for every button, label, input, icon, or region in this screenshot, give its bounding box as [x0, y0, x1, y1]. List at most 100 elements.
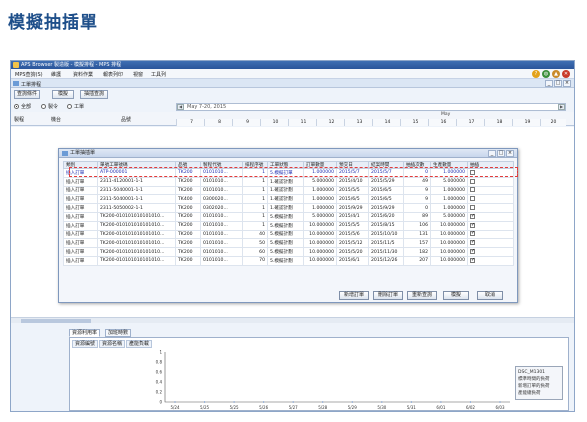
highlight-annotation: [69, 167, 518, 177]
table-row[interactable]: 插入訂單 2311-4120001-1-1 TK200 0101010... 1 1.確認…: [63, 176, 514, 187]
cell-item: TK200: [175, 185, 201, 196]
menu-item-mps[interactable]: MPS查詢(S): [15, 71, 43, 78]
table-row[interactable]: 插入訂單 TK200-010101010101010... TK200 0101010…: [63, 238, 514, 249]
cell-count: 207: [403, 255, 431, 266]
table-row[interactable]: 插入訂單 TK200-010101010101010... TK200 0101010…: [63, 247, 514, 257]
cell-order: TK200-010101010101010...: [97, 220, 176, 231]
cell-route: 0300020...: [200, 194, 243, 205]
cell-order: TK200-010101010101010...: [97, 229, 176, 240]
query-conditions-button[interactable]: 查詢條件: [14, 90, 40, 99]
insert-checkbox[interactable]: [470, 231, 475, 237]
next-range-button[interactable]: ▶: [558, 104, 565, 110]
insert-checkbox[interactable]: [470, 205, 475, 211]
minimize-button[interactable]: _: [545, 80, 553, 87]
cell-qty: 10.000000: [303, 255, 337, 266]
table-row[interactable]: 插入訂單 2311-5040001-1-1 TK200 0101010... 1 1.確認…: [63, 185, 514, 196]
insert-checkbox[interactable]: [470, 257, 475, 263]
horizontal-scrollbar[interactable]: [11, 317, 574, 323]
y-tick-label: 0.6: [156, 370, 163, 375]
x-tick-label: 5/25: [200, 405, 209, 410]
table-row[interactable]: 插入訂單 TK200-010101010101010... TK200 0101010…: [63, 229, 514, 240]
cell-count: 106: [403, 220, 431, 231]
dialog-simulate-button[interactable]: 模擬: [443, 291, 469, 300]
insert-checkbox[interactable]: [470, 240, 475, 246]
simulate-button[interactable]: 模擬: [52, 90, 74, 99]
add-order-button[interactable]: 新增訂單: [339, 291, 369, 300]
cell-seq: 40: [242, 229, 268, 240]
table-row[interactable]: 插入訂單 TK200-010101010101010... TK200 0101010…: [63, 220, 514, 231]
cell-due: 2015/5/20: [336, 247, 369, 257]
load-data-point: [233, 401, 235, 403]
cell-prod: 10.000000: [430, 238, 468, 249]
insert-checkbox[interactable]: [470, 187, 475, 193]
table-row[interactable]: 插入訂單 TK200-010101010101010... TK200 0101010…: [63, 255, 514, 266]
exit-icon[interactable]: ✕: [562, 70, 570, 78]
x-tick-label: 5/27: [289, 405, 298, 410]
cell-checkbox: [467, 255, 514, 266]
capacity-load-chart: 0 0.2 0.4 0.6 0.8 1 5/24 5/25 5/25 5/26 5/27 5/28 5/…: [156, 350, 510, 410]
load-data-point: [499, 401, 501, 403]
radio-mo[interactable]: [41, 104, 46, 109]
x-tick-label: 5/26: [259, 405, 268, 410]
header-day: 11: [288, 119, 318, 126]
dialog-minimize-button[interactable]: _: [488, 150, 496, 157]
radio-all-label: 全部: [21, 104, 32, 110]
restore-button[interactable]: □: [554, 80, 562, 87]
cell-due: 2015/5/12: [336, 238, 369, 249]
x-tick-label: 5/25: [230, 405, 239, 410]
document-tab-label[interactable]: 工單排程: [21, 81, 41, 88]
y-tick-label: 0.2: [156, 390, 163, 395]
cell-status: 5.模擬計劃: [267, 238, 304, 249]
cell-seq: 1: [242, 185, 268, 196]
table-row[interactable]: 插入訂單 2311-5040001-1-1 TK400 0300020... 1 1.確認…: [63, 194, 514, 205]
window-title: APS Browser 製造版 - 模擬排程 - MPS 排程: [21, 62, 122, 68]
menu-item-maintain[interactable]: 維護: [51, 71, 61, 78]
cell-prod: 1.000000: [430, 194, 468, 205]
requery-button[interactable]: 重新查詢: [407, 291, 437, 300]
cell-item: TK200: [175, 211, 201, 222]
menu-item-data[interactable]: 資料作業: [73, 71, 93, 78]
insert-checkbox[interactable]: [470, 178, 475, 184]
menu-item-window[interactable]: 視窗: [133, 71, 143, 78]
x-tick-label: 6/01: [436, 405, 445, 410]
insert-query-button[interactable]: 抽插查詢: [80, 90, 108, 99]
cell-checkbox: [467, 211, 514, 222]
bottom-panel: 資源編號 資源名稱 產能負載 0 0.2 0.4 0.6 0.8 1 5/24 5/25 5/2…: [69, 337, 569, 411]
table-row[interactable]: 插入訂單 TK200-010101010101010... TK200 0101010…: [63, 211, 514, 222]
insert-checkbox[interactable]: [470, 196, 475, 202]
dialog-cancel-button[interactable]: 取消: [477, 291, 503, 300]
cell-status: 5.模擬計劃: [267, 255, 304, 266]
close-button[interactable]: ×: [563, 80, 571, 87]
delete-order-button[interactable]: 刪除訂單: [373, 291, 403, 300]
globe-icon[interactable]: ◍: [542, 70, 550, 78]
cell-status: 1.確認計劃: [267, 185, 304, 196]
menu-item-tools[interactable]: 工具列: [151, 71, 166, 78]
dialog-maximize-button[interactable]: □: [497, 150, 505, 157]
load-data-point: [440, 401, 442, 403]
insert-checkbox[interactable]: [470, 213, 475, 219]
scrollbar-thumb[interactable]: [21, 319, 91, 323]
x-tick-label: 5/28: [318, 405, 327, 410]
cell-qty: 10.000000: [303, 220, 337, 231]
radio-all[interactable]: [14, 104, 19, 109]
tab-resource-utilization[interactable]: 資源利用率: [69, 329, 101, 337]
radio-wo[interactable]: [67, 104, 72, 109]
cell-type: 插入訂單: [63, 238, 98, 249]
tab-overtime[interactable]: 加班時數: [105, 329, 132, 337]
cell-close: 2015/6/20: [368, 211, 404, 222]
cell-checkbox: [467, 194, 514, 205]
document-tab: 工單排程 _ □ ×: [11, 79, 574, 88]
insert-checkbox[interactable]: [470, 222, 475, 228]
prev-range-button[interactable]: ◀: [177, 104, 184, 110]
cell-status: 1.確認計劃: [267, 203, 304, 213]
table-row[interactable]: 插入訂單 2311-5050002-1-1 TK200 0302020... 1 1.確認…: [63, 203, 514, 213]
cell-count: 131: [403, 229, 431, 240]
insert-checkbox[interactable]: [470, 249, 475, 255]
help-icon[interactable]: ?: [532, 70, 540, 78]
cell-item: TK200: [175, 255, 201, 266]
menu-item-report[interactable]: 報表列印: [103, 71, 123, 78]
lock-icon[interactable]: ▲: [552, 70, 560, 78]
load-data-point: [410, 401, 412, 403]
x-tick-label: 6/02: [466, 405, 475, 410]
dialog-close-button[interactable]: ×: [506, 150, 514, 157]
